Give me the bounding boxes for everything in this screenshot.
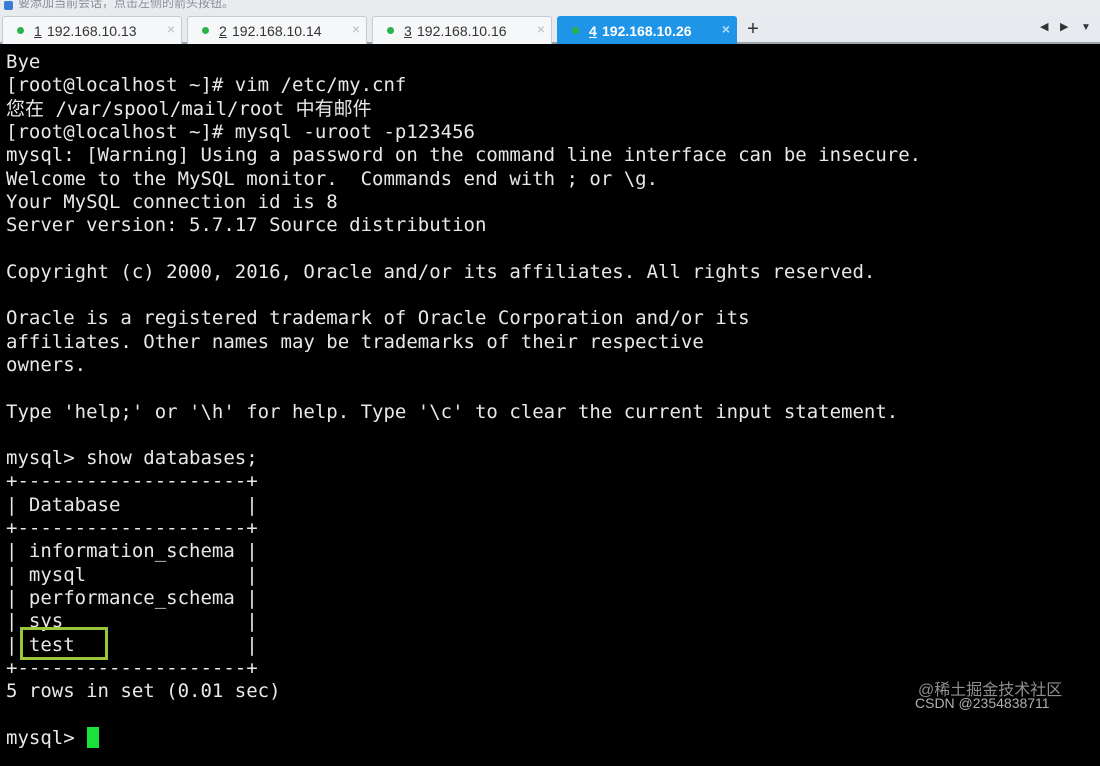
tab-session-2[interactable]: 2 192.168.10.14 × xyxy=(187,16,367,44)
terminal-cursor xyxy=(87,727,99,748)
terminal-line: [root@localhost ~]# mysql -uroot -p12345… xyxy=(6,120,475,143)
tab-number: 2 xyxy=(219,23,227,39)
terminal-line: Type 'help;' or '\h' for help. Type '\c'… xyxy=(6,400,899,423)
tab-number: 4 xyxy=(589,23,597,39)
terminal-line: Server version: 5.7.17 Source distributi… xyxy=(6,214,487,237)
scroll-tabs-left-icon[interactable]: ◀ xyxy=(1040,20,1048,33)
connected-status-dot-icon xyxy=(387,27,394,34)
connected-status-dot-icon xyxy=(202,27,209,34)
tab-number: 3 xyxy=(404,23,412,39)
terminal-line: Bye xyxy=(6,51,41,73)
terminal-line: owners. xyxy=(6,353,87,376)
terminal-line: mysql: [Warning] Using a password on the… xyxy=(6,144,922,167)
tab-host-label: 192.168.10.26 xyxy=(602,23,692,39)
tab-host-label: 192.168.10.16 xyxy=(417,23,507,39)
close-tab-icon[interactable]: × xyxy=(167,21,175,37)
tab-session-3[interactable]: 3 192.168.10.16 × xyxy=(372,16,552,44)
terminal-line: Copyright (c) 2000, 2016, Oracle and/or … xyxy=(6,260,876,283)
terminal-line: Oracle is a registered trademark of Orac… xyxy=(6,307,750,330)
terminal-output[interactable]: Bye [root@localhost ~]# vim /etc/my.cnf 您在… xyxy=(0,46,1100,766)
tab-number: 1 xyxy=(34,23,42,39)
tab-session-1[interactable]: 1 192.168.10.13 × xyxy=(2,16,182,44)
terminal-line: mysql> xyxy=(6,726,87,749)
watermark-csdn: CSDN @2354838711 xyxy=(915,695,1050,711)
terminal-line: mysql> show databases; xyxy=(6,447,258,470)
terminal-line: +--------------------+ xyxy=(6,656,258,679)
top-info-text: 要添加当前会话，点击左侧的箭头按钮。 xyxy=(18,0,235,10)
terminal-line: 您在 /var/spool/mail/root 中有邮件 xyxy=(6,97,372,120)
terminal-line: 5 rows in set (0.01 sec) xyxy=(6,680,281,703)
tab-host-label: 192.168.10.13 xyxy=(47,23,137,39)
terminal-line: | mysql | xyxy=(6,563,258,586)
close-tab-icon[interactable]: × xyxy=(352,21,360,37)
tab-session-4[interactable]: 4 192.168.10.26 × xyxy=(557,16,737,44)
terminal-line: Your MySQL connection id is 8 xyxy=(6,190,338,213)
terminal-line: | performance_schema | xyxy=(6,586,258,609)
tab-host-label: 192.168.10.14 xyxy=(232,23,322,39)
add-tab-button[interactable]: + xyxy=(742,18,764,42)
terminal-line: Welcome to the MySQL monitor. Commands e… xyxy=(6,167,659,190)
close-tab-icon[interactable]: × xyxy=(537,21,545,37)
terminal-line: +--------------------+ xyxy=(6,517,258,539)
connected-status-dot-icon xyxy=(17,27,24,34)
connected-status-dot-icon xyxy=(572,27,579,34)
terminal-line: +--------------------+ xyxy=(6,470,258,493)
close-tab-icon[interactable]: × xyxy=(722,21,730,37)
highlight-box-test-row xyxy=(20,627,108,660)
terminal-line: [root@localhost ~]# vim /etc/my.cnf xyxy=(6,74,407,97)
terminal-line: affiliates. Other names may be trademark… xyxy=(6,330,704,353)
terminal-line: | Database | xyxy=(6,493,258,516)
scroll-tabs-right-icon[interactable]: ▶ xyxy=(1060,20,1068,33)
tab-list-menu-icon[interactable]: ▼ xyxy=(1081,22,1091,33)
app-icon xyxy=(4,1,13,10)
terminal-line: | information_schema | xyxy=(6,540,258,563)
session-tab-bar: 1 192.168.10.13 × 2 192.168.10.14 × 3 192.168.1… xyxy=(0,12,1100,44)
